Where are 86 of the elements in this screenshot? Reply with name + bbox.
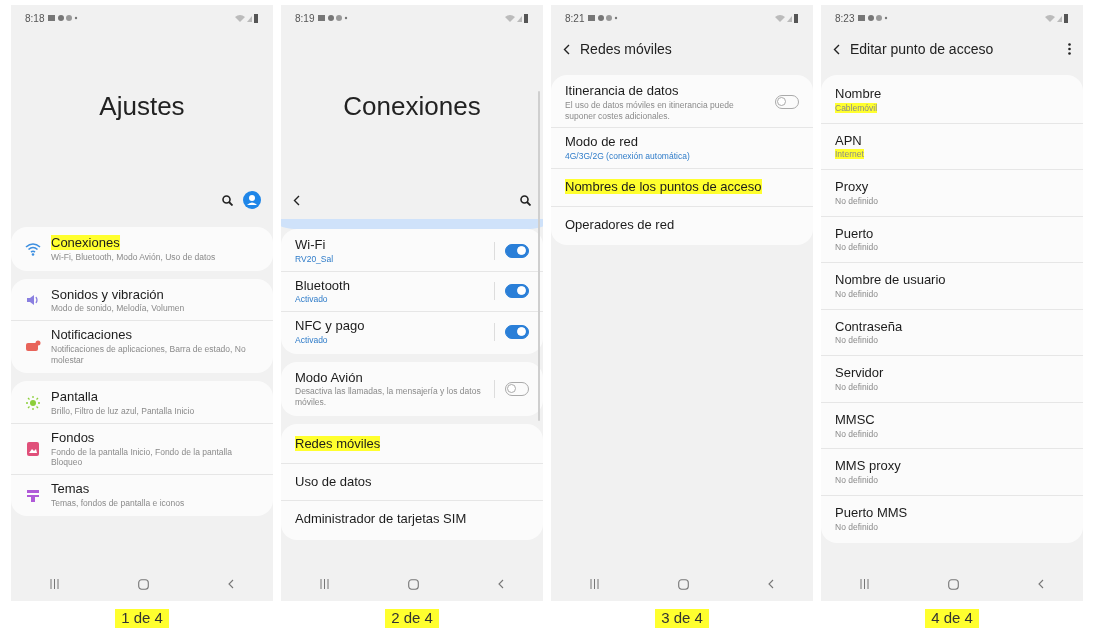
page-caption: 4 de 4	[925, 609, 979, 628]
setting-title[interactable]: Proxy	[835, 179, 1069, 196]
setting-title[interactable]: APN	[835, 132, 1069, 150]
home-icon[interactable]	[678, 578, 689, 590]
status-icons	[775, 13, 799, 23]
screen-title: Ajustes	[99, 89, 185, 123]
back-icon[interactable]	[293, 194, 300, 206]
setting-title[interactable]: Uso de datos	[295, 469, 529, 495]
back-icon[interactable]	[563, 43, 570, 55]
page-caption: 1 de 4	[115, 609, 169, 628]
setting-description: Activado	[295, 294, 329, 306]
toggle-switch[interactable]	[505, 284, 529, 299]
setting-title[interactable]: Sonidos y vibración	[51, 286, 259, 304]
status-icons	[235, 13, 259, 23]
setting-description: Wi-Fi, Bluetooth, Modo Avión, Uso de datos	[51, 251, 217, 263]
setting-description: Internet	[835, 149, 865, 161]
setting-title[interactable]: MMSC	[835, 411, 1069, 429]
home-icon[interactable]	[408, 578, 419, 590]
status-time: 8:23	[835, 11, 855, 26]
setting-title[interactable]: Temas	[51, 480, 259, 498]
setting-title[interactable]: MMS proxy	[835, 458, 1069, 475]
setting-description: No definido	[835, 288, 879, 300]
home-icon[interactable]	[138, 578, 149, 590]
setting-title[interactable]: Notificaciones	[51, 327, 259, 344]
setting-description: No definido	[835, 521, 879, 533]
recent-apps-icon[interactable]	[50, 579, 60, 589]
page-caption: 3 de 4	[655, 609, 709, 628]
setting-title[interactable]: Nombre de usuario	[835, 272, 1069, 289]
setting-description: No definido	[835, 428, 879, 440]
screen-title: Conexiones	[343, 89, 481, 123]
setting-title[interactable]: Wi-Fi	[295, 237, 484, 254]
setting-description: El uso de datos móviles en itinerancia puede suponer costes adicionales.	[565, 99, 735, 122]
setting-title[interactable]: Pantalla	[51, 389, 259, 407]
profile-icon[interactable]	[243, 191, 261, 209]
setting-title[interactable]: Itinerancia de datos	[565, 83, 765, 100]
setting-description: Brillo, Filtro de luz azul, Pantalla Inicio	[51, 406, 196, 417]
setting-title[interactable]: NFC y pago	[295, 318, 484, 335]
status-icons	[1045, 13, 1069, 23]
recent-apps-icon[interactable]	[590, 579, 600, 589]
recent-apps-icon[interactable]	[320, 579, 330, 589]
page-caption: 2 de 4	[385, 609, 439, 628]
setting-title[interactable]: Puerto	[835, 225, 1069, 243]
notification-icons	[588, 14, 619, 22]
setting-description: RV20_Sal	[295, 253, 335, 265]
notification-icons	[48, 14, 79, 22]
search-icon[interactable]	[222, 194, 233, 206]
setting-title[interactable]: Modo de red	[565, 134, 799, 152]
notification-icons	[318, 14, 349, 22]
setting-description: No definido	[835, 335, 879, 347]
home-icon[interactable]	[948, 578, 959, 590]
setting-description: Desactiva las llamadas, la mensajería y los datos móviles.	[295, 386, 482, 408]
status-time: 8:19	[295, 11, 315, 26]
status-icons	[505, 13, 529, 23]
setting-description: No definido	[835, 475, 879, 486]
status-time: 8:18	[25, 11, 45, 26]
setting-title[interactable]: Conexiones	[51, 235, 259, 252]
setting-description: Temas, fondos de pantalla e iconos	[51, 497, 186, 509]
toggle-switch[interactable]	[505, 243, 529, 258]
setting-title[interactable]: Nombre	[835, 86, 1069, 103]
setting-description: Notificaciones de aplicaciones, Barra de estado, No molestar	[51, 343, 247, 366]
search-icon[interactable]	[520, 194, 531, 206]
setting-title[interactable]: Contraseña	[835, 318, 1069, 336]
screen-title: Redes móviles	[580, 39, 673, 59]
setting-description: 4G/3G/2G (conexión automática)	[565, 151, 691, 162]
setting-description: Modo de sonido, Melodía, Volumen	[51, 303, 186, 315]
back-icon[interactable]	[833, 43, 840, 55]
notification-icons	[858, 14, 889, 22]
setting-title[interactable]: Fondos	[51, 429, 259, 447]
setting-title[interactable]: Operadores de red	[565, 212, 799, 238]
setting-title[interactable]: Servidor	[835, 365, 1069, 382]
setting-description: Activado	[295, 334, 329, 346]
setting-title[interactable]: Bluetooth	[295, 277, 484, 295]
setting-description: No definido	[835, 195, 879, 207]
setting-title[interactable]: Puerto MMS	[835, 504, 1069, 522]
setting-description: No definido	[835, 242, 879, 254]
screen-title: Editar punto de acceso	[850, 39, 995, 59]
toggle-switch[interactable]	[505, 324, 529, 339]
more-options-icon[interactable]	[1068, 43, 1071, 55]
status-time: 8:21	[565, 11, 585, 26]
setting-title[interactable]: Administrador de tarjetas SIM	[295, 507, 529, 533]
setting-description: Cablemóvil	[835, 102, 879, 114]
setting-title[interactable]: Redes móviles	[295, 431, 529, 457]
setting-description: Fondo de la pantalla Inicio, Fondo de la pantalla Bloqueo	[51, 446, 233, 468]
setting-description: No definido	[835, 382, 879, 393]
setting-title[interactable]: Modo Avión	[295, 369, 484, 387]
recent-apps-icon[interactable]	[860, 579, 870, 589]
